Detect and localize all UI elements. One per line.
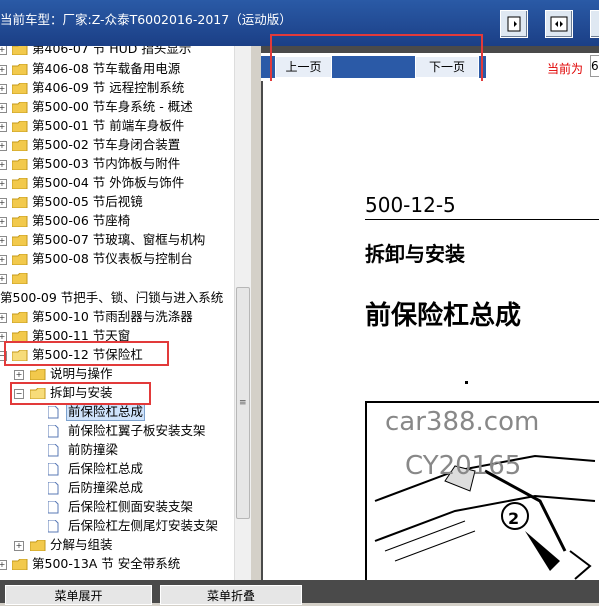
highlight-box bbox=[4, 341, 169, 366]
tree-item-label: 后保险杠侧面安装支架 bbox=[68, 499, 194, 514]
tree-item-label: 第500-13A 节 安全带系统 bbox=[32, 556, 181, 571]
expand-icon[interactable]: + bbox=[0, 103, 7, 113]
tree-item-label: 第500-04 节 外饰板与饰件 bbox=[32, 175, 185, 190]
folder-icon bbox=[12, 159, 28, 170]
tree-item-label: 后保险杠左侧尾灯安装支架 bbox=[68, 518, 219, 533]
tree-item-label: 第500-08 节仪表板与控制台 bbox=[32, 251, 193, 266]
collapse-menu-button[interactable]: 菜单折叠 bbox=[160, 585, 302, 605]
chapter-tree[interactable]: + 第406-07 节 HUD 指头显示 + 第406-08 节车载备用电源 + 第4… bbox=[0, 46, 234, 580]
window-title: 当前车型：厂家:Z-众泰T6002016-2017（运动版） bbox=[0, 12, 292, 27]
page-icon bbox=[48, 444, 59, 457]
fit-page-icon bbox=[507, 16, 521, 32]
fit-page-button[interactable] bbox=[500, 10, 528, 38]
page-icon bbox=[48, 406, 59, 419]
tree-item-label: 第500-07 节玻璃、窗框与机构 bbox=[32, 232, 206, 247]
tree-item-label: 前保险杠总成 bbox=[66, 403, 146, 421]
doc-title: 前保险杠总成 bbox=[365, 301, 522, 331]
tree-item-label: 分解与组装 bbox=[50, 537, 113, 552]
folder-icon bbox=[12, 102, 28, 113]
expand-icon[interactable]: + bbox=[0, 274, 7, 284]
expand-icon[interactable]: + bbox=[0, 236, 7, 246]
scrollbar-thumb[interactable]: ≡ bbox=[236, 287, 250, 519]
panel-splitter[interactable] bbox=[251, 46, 261, 580]
page-icon bbox=[48, 520, 59, 533]
tree-item-label: 第406-08 节车载备用电源 bbox=[32, 61, 181, 76]
next-button[interactable] bbox=[590, 10, 599, 38]
page-number-input[interactable]: 6 bbox=[590, 55, 599, 77]
expand-icon[interactable]: + bbox=[0, 160, 7, 170]
fit-width-button[interactable] bbox=[545, 10, 573, 38]
expand-icon[interactable]: + bbox=[0, 217, 7, 227]
tree-item-label: 前防撞梁 bbox=[68, 442, 119, 457]
current-page-label: 当前为 bbox=[547, 62, 584, 76]
tree-item-label: 说明与操作 bbox=[50, 366, 113, 381]
folder-icon bbox=[12, 254, 28, 265]
tree-item-label: 后防撞梁总成 bbox=[68, 480, 144, 495]
tree-item-label: 后保险杠总成 bbox=[68, 461, 144, 476]
expand-icon[interactable]: + bbox=[0, 46, 7, 55]
expand-icon[interactable]: + bbox=[0, 84, 7, 94]
folder-icon bbox=[12, 83, 28, 94]
grip-icon: ≡ bbox=[239, 398, 247, 408]
callout-number: 2 bbox=[508, 509, 520, 528]
highlight-box bbox=[10, 382, 151, 405]
watermark: CY20165 bbox=[405, 451, 522, 481]
folder-icon bbox=[12, 312, 28, 323]
folder-icon bbox=[12, 121, 28, 132]
folder-icon bbox=[30, 540, 46, 551]
tree-item-label: 第500-01 节 前端车身板件 bbox=[32, 118, 185, 133]
expand-icon[interactable]: + bbox=[0, 122, 7, 132]
tree-item-label: 第500-05 节后视镜 bbox=[32, 194, 143, 209]
folder-icon bbox=[12, 46, 28, 55]
tree-item-label: 第500-00 节车身系统 - 概述 bbox=[32, 99, 193, 114]
dot bbox=[465, 381, 468, 384]
folder-icon bbox=[12, 178, 28, 189]
expand-icon[interactable]: + bbox=[0, 313, 7, 323]
document-page: 500-12-5 拆卸与安装 前保险杠总成 2 car388.com CY201… bbox=[263, 81, 599, 580]
expand-icon[interactable]: + bbox=[0, 179, 7, 189]
tree-item-label: 第500-03 节内饰板与附件 bbox=[32, 156, 181, 171]
expand-icon[interactable]: + bbox=[14, 370, 24, 380]
page-icon bbox=[48, 501, 59, 514]
page-icon bbox=[48, 425, 59, 438]
folder-icon bbox=[12, 216, 28, 227]
page-icon bbox=[48, 463, 59, 476]
tree-item-label: 第500-02 节车身闭合装置 bbox=[32, 137, 181, 152]
tree-item-label: 第500-06 节座椅 bbox=[32, 213, 131, 228]
tree-item-label: 第500-09 节把手、锁、闩锁与进入系统 bbox=[0, 290, 224, 305]
doc-heading: 拆卸与安装 bbox=[365, 242, 465, 266]
watermark: car388.com bbox=[385, 407, 540, 437]
expand-icon[interactable]: + bbox=[0, 141, 7, 151]
expand-icon[interactable]: + bbox=[0, 255, 7, 265]
expand-menu-button[interactable]: 菜单展开 bbox=[5, 585, 152, 605]
folder-icon bbox=[12, 140, 28, 151]
tree-item-label: 第406-09 节 远程控制系统 bbox=[32, 80, 185, 95]
next-icon bbox=[595, 15, 599, 33]
folder-icon bbox=[12, 64, 28, 75]
expand-icon[interactable]: + bbox=[14, 541, 24, 551]
tree-item-label: 第500-10 节雨刮器与洗涤器 bbox=[32, 309, 193, 324]
tree-item-label: 第406-07 节 HUD 指头显示 bbox=[32, 46, 192, 56]
expand-icon[interactable]: + bbox=[0, 198, 7, 208]
expand-icon[interactable]: + bbox=[0, 560, 7, 570]
folder-icon bbox=[12, 559, 28, 570]
tree-item-label: 前保险杠翼子板安装支架 bbox=[68, 423, 206, 438]
divider bbox=[365, 219, 599, 220]
expand-icon[interactable]: + bbox=[0, 65, 7, 75]
page-icon bbox=[48, 482, 59, 495]
folder-icon bbox=[30, 369, 46, 380]
folder-icon bbox=[12, 235, 28, 246]
folder-icon bbox=[12, 197, 28, 208]
section-number: 500-12-5 bbox=[365, 193, 456, 217]
folder-icon bbox=[12, 273, 28, 284]
fit-width-icon bbox=[550, 16, 568, 32]
